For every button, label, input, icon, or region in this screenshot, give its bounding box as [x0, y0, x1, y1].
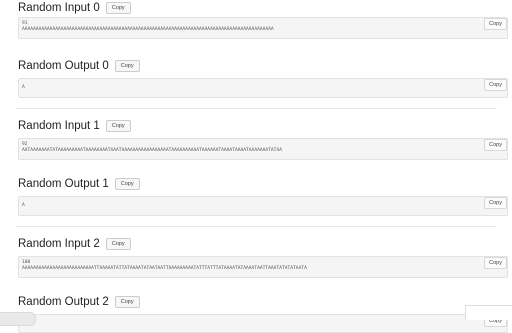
copy-button[interactable]: Copy: [114, 296, 140, 308]
divider: [16, 108, 496, 109]
code-box: 91 AAAAAAAAAAAAAAAAAAAAAAAAAAAAAAAAAAAAA…: [18, 17, 508, 39]
section-random-input-2: Random Input 2 Copy 100 AAAAAAAAAAAAAAAA…: [18, 236, 508, 278]
section-title: Random Output 1: [18, 178, 109, 190]
floating-badge[interactable]: [0, 312, 36, 326]
section-title: Random Input 0: [18, 2, 100, 14]
box-copy-button[interactable]: Copy: [484, 257, 507, 269]
code-box: A Copy: [18, 78, 508, 98]
box-copy-button[interactable]: Copy: [484, 79, 507, 91]
section-title: Random Input 1: [18, 120, 100, 132]
code-line: AAAAAAAAAAAAAAAAAAAAAAAAAATTAAAAATATTATA…: [22, 266, 307, 272]
copy-button[interactable]: Copy: [114, 178, 140, 190]
section-random-output-1: Random Output 1 Copy A Copy: [18, 176, 508, 216]
code-box: A Copy: [18, 196, 508, 216]
code-line: A: [22, 203, 25, 208]
section-random-output-0: Random Output 0 Copy A Copy: [18, 58, 508, 98]
divider: [16, 226, 496, 227]
code-line: AATAAAAAAATATAAAAAAAAATAAAAAAAATAAATAAAA…: [22, 148, 282, 154]
copy-button[interactable]: Copy: [105, 238, 131, 250]
code-box: Copy: [18, 314, 508, 333]
code-line: A: [22, 85, 25, 90]
section-title: Random Input 2: [18, 238, 100, 250]
code-box: 92 AATAAAAAAATATAAAAAAAAATAAAAAAAATAAATA…: [18, 138, 508, 160]
copy-button[interactable]: Copy: [105, 120, 131, 132]
section-title: Random Output 2: [18, 296, 109, 308]
corner-panel: [465, 305, 512, 320]
section-random-input-0: Random Input 0 Copy 91 AAAAAAAAAAAAAAAAA…: [18, 0, 508, 39]
section-title: Random Output 0: [18, 60, 109, 72]
box-copy-button[interactable]: Copy: [484, 139, 507, 151]
box-copy-button[interactable]: Copy: [484, 197, 507, 209]
code-line: AAAAAAAAAAAAAAAAAAAAAAAAAAAAAAAAAAAAAAAA…: [22, 27, 274, 33]
section-random-input-1: Random Input 1 Copy 92 AATAAAAAAATATAAAA…: [18, 118, 508, 160]
copy-button[interactable]: Copy: [114, 60, 140, 72]
code-box: 100 AAAAAAAAAAAAAAAAAAAAAAAAAATTAAAAATAT…: [18, 256, 508, 278]
section-random-output-2: Random Output 2 Copy Copy: [18, 294, 508, 333]
box-copy-button[interactable]: Copy: [484, 18, 507, 30]
copy-button[interactable]: Copy: [105, 2, 131, 14]
